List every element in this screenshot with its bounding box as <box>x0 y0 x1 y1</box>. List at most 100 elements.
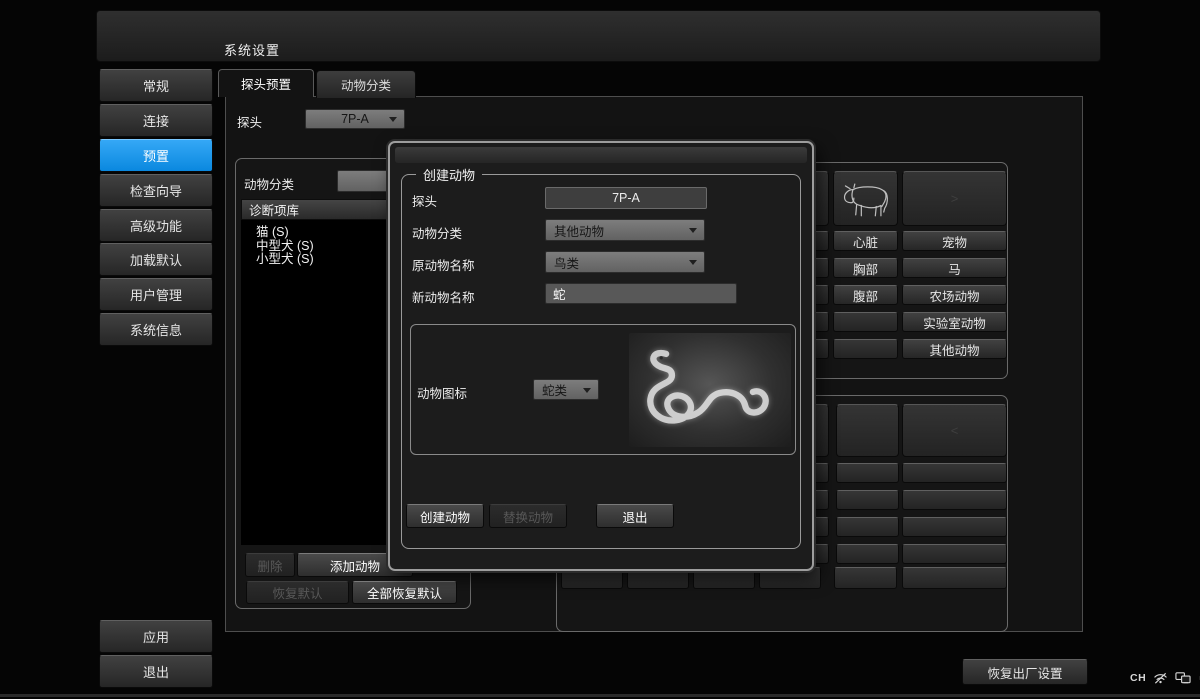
dialog-icon-dropdown[interactable]: 蛇类 <box>533 379 599 400</box>
factory-reset-button[interactable]: 恢复出厂设置 <box>962 659 1088 685</box>
category-button[interactable] <box>902 517 1007 537</box>
exam-part-button[interactable] <box>836 517 899 537</box>
category-label: 动物分类 <box>244 174 294 193</box>
probe-value: 7P-A <box>341 112 369 126</box>
category-button-label: 宠物 <box>942 232 967 251</box>
create-animal-dialog: 创建动物 探头 7P-A 动物分类 其他动物 原动物名称 鸟类 新动物名称 蛇 … <box>388 141 814 571</box>
category-lab-button[interactable]: 实验室动物 <box>902 312 1007 332</box>
system-settings-screen: 系统设置 常规 连接 预置 检查向导 高级功能 加载默认 用户管理 系统信息 应… <box>0 0 1200 699</box>
replace-animal-label: 替换动物 <box>503 507 553 526</box>
sidebar-item-label: 加载默认 <box>130 250 182 269</box>
sidebar-item-system-info[interactable]: 系统信息 <box>99 313 213 346</box>
sidebar-item-exam-wizard[interactable]: 检查向导 <box>99 174 213 207</box>
dialog-category-value: 其他动物 <box>554 221 604 240</box>
wifi-off-icon <box>1153 671 1168 685</box>
exam-part-button[interactable] <box>836 544 899 564</box>
exit-button[interactable]: 退出 <box>99 655 213 688</box>
dual-display-icon <box>1175 671 1191 685</box>
screen-bottom-edge <box>0 694 1200 697</box>
create-animal-button[interactable]: 创建动物 <box>406 504 484 528</box>
language-indicator: CH <box>1130 672 1146 684</box>
tab-animal-category[interactable]: 动物分类 <box>316 70 416 98</box>
new-animal-name-value: 蛇 <box>553 284 566 303</box>
sidebar-item-connect[interactable]: 连接 <box>99 104 213 137</box>
delete-label: 删除 <box>257 556 282 575</box>
sidebar-item-user-mgmt[interactable]: 用户管理 <box>99 278 213 311</box>
dialog-title-strip[interactable] <box>395 147 807 163</box>
tab-label: 动物分类 <box>341 75 391 94</box>
dialog-icon-label: 动物图标 <box>417 383 467 402</box>
animal-icon-cell <box>833 171 898 226</box>
exam-part-button[interactable] <box>833 312 898 332</box>
exit-label: 退出 <box>143 662 169 681</box>
tab-probe-preset[interactable]: 探头预置 <box>218 69 314 97</box>
category-horse-button[interactable]: 马 <box>902 258 1007 278</box>
sidebar-item-load-default[interactable]: 加载默认 <box>99 243 213 276</box>
title-bar: 系统设置 <box>96 10 1101 62</box>
add-animal-label: 添加动物 <box>330 556 380 575</box>
restore-default-button[interactable]: 恢复默认 <box>246 581 349 604</box>
category-button-label: 实验室动物 <box>923 313 986 332</box>
sidebar-item-label: 系统信息 <box>130 320 182 339</box>
category-farm-button[interactable]: 农场动物 <box>902 285 1007 305</box>
dialog-exit-label: 退出 <box>622 507 647 526</box>
snake-icon <box>629 333 791 447</box>
dialog-origname-dropdown[interactable]: 鸟类 <box>545 251 705 273</box>
dialog-exit-button[interactable]: 退出 <box>596 504 674 528</box>
restore-all-label: 全部恢复默认 <box>367 583 442 602</box>
dialog-probe-label: 探头 <box>412 191 437 210</box>
exam-part-chest-button[interactable]: 胸部 <box>833 258 898 278</box>
restore-all-button[interactable]: 全部恢复默认 <box>352 581 457 604</box>
sidebar-item-label: 高级功能 <box>130 216 182 235</box>
apply-button[interactable]: 应用 <box>99 620 213 653</box>
dialog-probe-text: 7P-A <box>612 191 640 205</box>
exam-part-button[interactable] <box>833 339 898 359</box>
chevron-down-icon <box>389 117 397 122</box>
dialog-newname-label: 新动物名称 <box>412 287 475 306</box>
dialog-origname-value: 鸟类 <box>554 253 579 272</box>
exam-part-button[interactable] <box>836 490 899 510</box>
snake-image <box>629 333 791 447</box>
category-other-button[interactable]: 其他动物 <box>902 339 1007 359</box>
next-page-button[interactable]: > <box>902 171 1007 226</box>
sidebar-item-label: 连接 <box>143 111 169 130</box>
probe-label: 探头 <box>237 112 262 131</box>
category-button[interactable] <box>902 544 1007 564</box>
category-button-label: 农场动物 <box>929 286 979 305</box>
sidebar-item-label: 常规 <box>143 76 169 95</box>
chevron-down-icon <box>689 260 697 265</box>
delete-button[interactable]: 删除 <box>245 553 295 577</box>
factory-reset-label: 恢复出厂设置 <box>987 663 1062 682</box>
animal-icon-section: 动物图标 蛇类 <box>410 324 796 455</box>
category-button-label: 马 <box>948 259 961 278</box>
exam-part-heart-button[interactable]: 心脏 <box>833 231 898 251</box>
category-pet-button[interactable]: 宠物 <box>902 231 1007 251</box>
new-animal-name-input[interactable]: 蛇 <box>545 283 737 304</box>
sidebar-item-advanced[interactable]: 高级功能 <box>99 209 213 242</box>
probe-dropdown[interactable]: 7P-A <box>305 109 405 129</box>
exam-part-label: 胸部 <box>853 259 878 278</box>
exam-part-label: 腹部 <box>853 286 878 305</box>
sidebar-item-label: 预置 <box>143 146 169 165</box>
exam-part-abdomen-button[interactable]: 腹部 <box>833 285 898 305</box>
cow-icon <box>838 178 894 220</box>
window-title: 系统设置 <box>224 40 280 59</box>
prev-page-button[interactable]: < <box>902 404 1007 457</box>
replace-animal-button[interactable]: 替换动物 <box>489 504 567 528</box>
exam-part-label: 心脏 <box>853 232 878 251</box>
sidebar-item-preset[interactable]: 预置 <box>99 139 213 172</box>
status-bar-icons: CH <box>1130 669 1200 687</box>
dialog-origname-label: 原动物名称 <box>412 255 475 274</box>
category-button-label: 其他动物 <box>929 340 979 359</box>
category-button[interactable] <box>902 490 1007 510</box>
dialog-category-label: 动物分类 <box>412 223 462 242</box>
dialog-category-dropdown[interactable]: 其他动物 <box>545 219 705 241</box>
preset-slot-button[interactable] <box>834 567 897 589</box>
create-animal-label: 创建动物 <box>420 507 470 526</box>
exam-part-button[interactable] <box>836 463 899 483</box>
category-button[interactable] <box>902 463 1007 483</box>
sidebar-item-general[interactable]: 常规 <box>99 69 213 102</box>
next-arrow-icon: > <box>951 191 959 206</box>
dialog-icon-value: 蛇类 <box>542 380 567 399</box>
preset-slot-button[interactable] <box>902 567 1007 589</box>
